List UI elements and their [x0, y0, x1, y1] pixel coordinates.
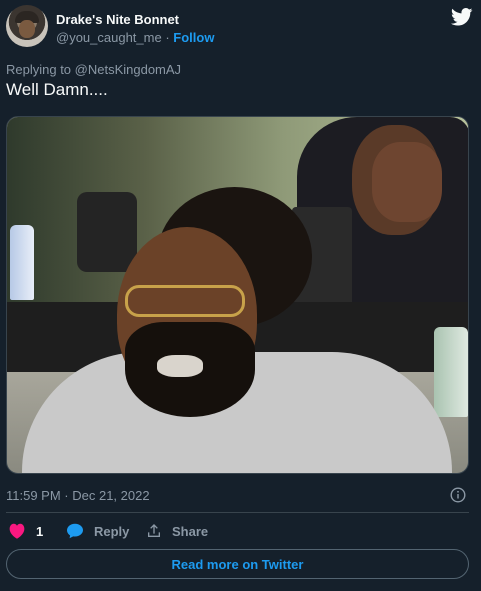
like-count: 1	[36, 523, 44, 539]
reply-label: Reply	[94, 523, 130, 539]
read-more-button[interactable]: Read more on Twitter	[6, 549, 469, 579]
reply-bubble-icon	[67, 523, 83, 539]
tweet-text: Well Damn....	[6, 80, 108, 99]
reply-button[interactable]: Reply	[66, 523, 129, 539]
author-handle-line: @you_caught_me · Follow	[56, 30, 214, 45]
divider	[6, 512, 469, 513]
author-name[interactable]: Drake's Nite Bonnet	[56, 12, 179, 27]
tweet-actions: 1 Reply Share	[6, 523, 469, 543]
avatar[interactable]	[6, 5, 48, 47]
separator-dot: ·	[161, 30, 174, 45]
tweet-photo[interactable]	[6, 116, 469, 474]
like-button[interactable]: 1	[8, 523, 43, 539]
replying-to-link[interactable]: Replying to @NetsKingdomAJ	[6, 62, 181, 77]
tweet-header: Drake's Nite Bonnet @you_caught_me · Fol…	[6, 4, 475, 48]
info-icon[interactable]	[450, 487, 466, 503]
tweet-embed-card: Drake's Nite Bonnet @you_caught_me · Fol…	[0, 0, 481, 591]
twitter-bird-icon[interactable]	[451, 8, 473, 26]
heart-icon	[9, 523, 25, 539]
tweet-timestamp[interactable]: 11:59 PM · Dec 21, 2022	[6, 488, 150, 503]
share-icon	[148, 524, 160, 537]
share-label: Share	[172, 523, 209, 539]
author-handle[interactable]: @you_caught_me	[56, 30, 162, 45]
follow-link[interactable]: Follow	[173, 30, 214, 45]
share-button[interactable]: Share	[146, 523, 208, 539]
